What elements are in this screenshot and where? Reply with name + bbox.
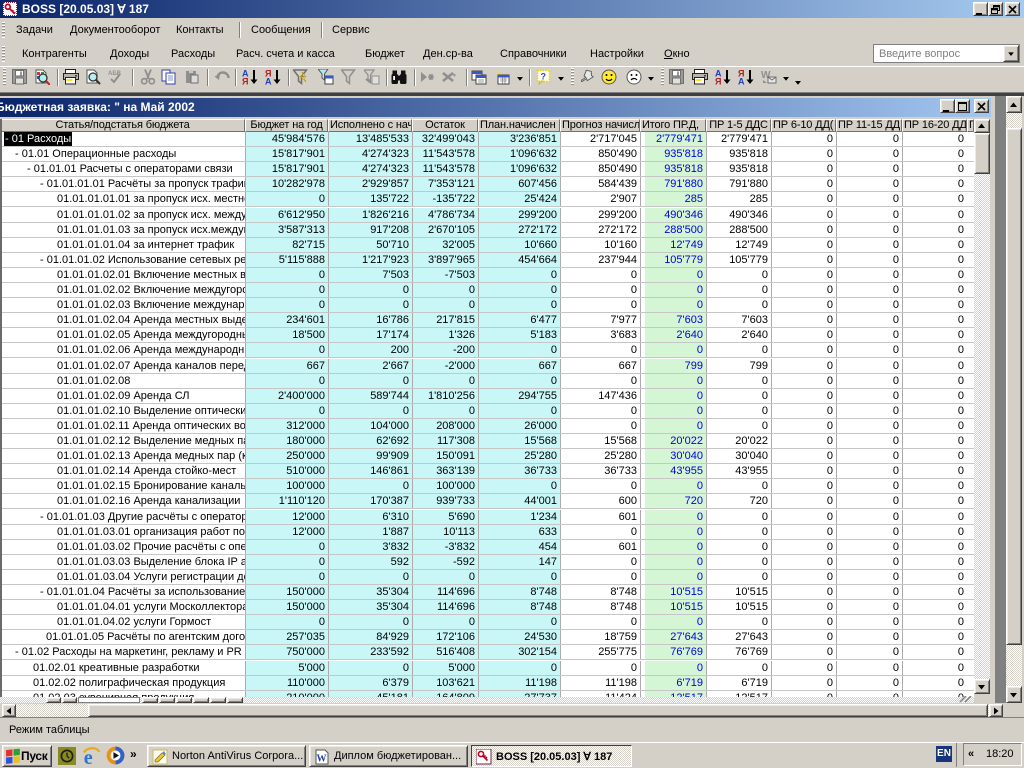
svg-text:Я: Я bbox=[242, 77, 248, 86]
svg-text:W: W bbox=[317, 754, 327, 765]
svg-text:Я: Я bbox=[715, 77, 721, 86]
svg-text:?: ? bbox=[541, 72, 547, 82]
svg-text:А: А bbox=[265, 77, 272, 86]
svg-text:А: А bbox=[738, 77, 745, 86]
